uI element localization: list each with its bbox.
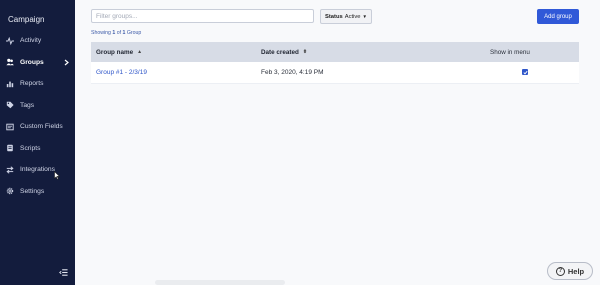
sidebar-item-label: Groups xyxy=(20,58,44,66)
column-header-group-name[interactable]: Group name ▲ xyxy=(96,49,142,56)
count-from: 1 xyxy=(112,30,116,36)
column-label: Show in menu xyxy=(490,48,530,56)
sidebar-item-settings[interactable]: Settings xyxy=(0,181,75,203)
main-content: Status Active ▼ Add group Showing 1 of 1… xyxy=(75,0,600,285)
groups-table: Group name ▲ Date created ⬍ Show in menu… xyxy=(91,42,579,84)
group-name-link[interactable]: Group #1 - 2/3/19 xyxy=(96,69,147,76)
sidebar-item-label: Reports xyxy=(20,80,44,88)
sidebar: Campaign Activity Groups Reports Tags Cu… xyxy=(0,0,75,285)
question-mark-icon: ? xyxy=(555,266,565,276)
sidebar-item-reports[interactable]: Reports xyxy=(0,73,75,95)
status-value: Active xyxy=(344,13,361,20)
collapse-sidebar-icon[interactable] xyxy=(59,268,68,277)
date-created-cell: Feb 3, 2020, 4:19 PM xyxy=(261,69,324,76)
sidebar-item-label: Scripts xyxy=(20,144,41,152)
sort-icon: ⬍ xyxy=(302,49,308,55)
column-label: Date created xyxy=(261,48,299,56)
checkmark-icon xyxy=(522,70,528,74)
users-icon xyxy=(6,58,14,66)
count-prefix: Showing xyxy=(91,30,111,36)
column-header-show-in-menu: Show in menu xyxy=(490,49,530,56)
column-label: Group name xyxy=(96,48,134,56)
sort-ascending-icon: ▲ xyxy=(137,49,143,55)
tag-icon xyxy=(6,101,14,109)
count-of: of xyxy=(116,30,122,36)
sidebar-item-integrations[interactable]: Integrations xyxy=(0,159,75,181)
bar-chart-icon xyxy=(6,80,14,88)
scripts-icon xyxy=(6,144,14,152)
gear-icon xyxy=(6,187,14,195)
sidebar-item-label: Activity xyxy=(20,37,42,45)
sidebar-item-label: Settings xyxy=(20,187,45,195)
results-count: Showing 1 of 1 Group xyxy=(91,30,141,36)
sidebar-item-tags[interactable]: Tags xyxy=(0,95,75,117)
add-group-button[interactable]: Add group xyxy=(537,9,579,24)
sidebar-item-custom-fields[interactable]: Custom Fields xyxy=(0,116,75,138)
show-in-menu-checkbox[interactable] xyxy=(522,69,528,75)
sidebar-item-label: Custom Fields xyxy=(20,123,63,131)
app-title: Campaign xyxy=(8,15,45,24)
table-row: Group #1 - 2/3/19 Feb 3, 2020, 4:19 PM xyxy=(91,62,579,84)
table-header: Group name ▲ Date created ⬍ Show in menu xyxy=(91,42,579,62)
scroll-shadow xyxy=(155,280,285,285)
caret-down-icon: ▼ xyxy=(362,14,367,19)
custom-fields-icon xyxy=(6,123,14,131)
status-label: Status xyxy=(325,13,343,20)
column-header-date-created[interactable]: Date created ⬍ xyxy=(261,49,307,56)
sidebar-item-activity[interactable]: Activity xyxy=(0,30,75,52)
mouse-cursor-icon xyxy=(54,171,60,180)
integrations-icon xyxy=(6,166,14,174)
chevron-right-icon xyxy=(64,59,69,65)
help-label: Help xyxy=(567,266,585,276)
status-filter-dropdown[interactable]: Status Active ▼ xyxy=(320,9,372,24)
activity-icon xyxy=(6,36,14,45)
count-total: 1 xyxy=(122,30,126,36)
sidebar-nav: Activity Groups Reports Tags Custom Fiel… xyxy=(0,30,75,202)
sidebar-item-groups[interactable]: Groups xyxy=(0,52,75,74)
count-suffix: Group xyxy=(126,30,142,36)
filter-groups-input[interactable] xyxy=(91,9,314,23)
sidebar-item-label: Tags xyxy=(20,101,35,109)
help-button[interactable]: ? Help xyxy=(547,262,593,280)
sidebar-item-scripts[interactable]: Scripts xyxy=(0,138,75,160)
sidebar-item-label: Integrations xyxy=(20,166,55,174)
